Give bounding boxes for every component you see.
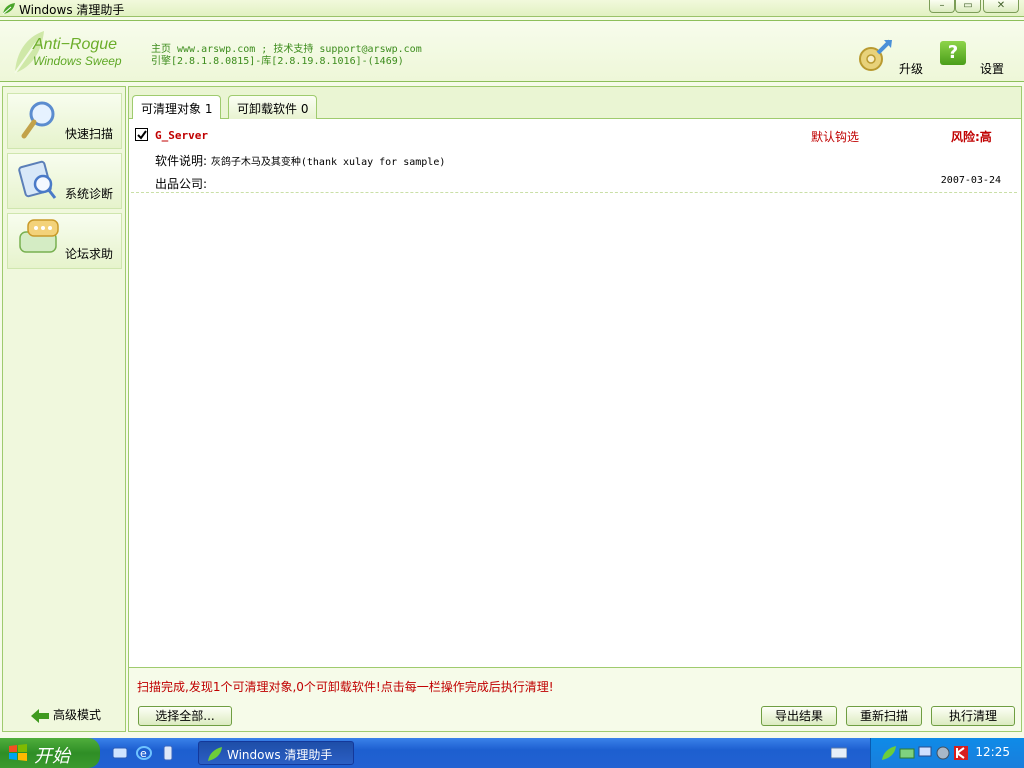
tab-uninstallable-software[interactable]: 可卸载软件 0	[228, 95, 318, 119]
monitor-tray-icon[interactable]	[917, 745, 933, 761]
advanced-mode-link[interactable]: 高级模式	[31, 706, 101, 723]
select-all-button[interactable]: 选择全部...	[138, 706, 232, 726]
company-label: 出品公司:	[155, 177, 208, 191]
diagnosis-icon	[18, 160, 57, 199]
description-label: 软件说明:	[155, 154, 208, 168]
taskbar: 开始 e Windows 清理助手 12:25	[0, 738, 1024, 768]
windows-logo-icon	[9, 744, 27, 761]
logo-subtitle: Windows Sweep	[33, 54, 122, 68]
window-title: Windows 清理助手	[19, 3, 125, 17]
scan-status-message: 扫描完成,发现1个可清理对象,0个可卸载软件!点击每一栏操作完成后执行清理!	[137, 680, 554, 694]
advanced-mode-label: 高级模式	[53, 708, 102, 722]
sidebar-item-forum-help[interactable]: 论坛求助	[7, 213, 122, 269]
app-leaf-icon	[208, 747, 222, 761]
main-panel: 可清理对象 1 可卸载软件 0 G_Server 默认钩选 风险:高 软件说明:…	[128, 86, 1022, 732]
default-check-label: 默认钩选	[811, 130, 860, 144]
title-bar[interactable]: Windows 清理助手 – ▭ ✕	[0, 0, 1024, 17]
taskbar-item-cleaner[interactable]: Windows 清理助手	[198, 741, 354, 765]
sidebar-item-label: 论坛求助	[64, 247, 113, 261]
upgrade-button[interactable]: 升级	[856, 37, 926, 77]
sidebar-item-quick-scan[interactable]: 快速扫描	[7, 93, 122, 149]
settings-label: 设置	[980, 62, 1005, 76]
minimize-button[interactable]: –	[929, 0, 955, 13]
start-button[interactable]: 开始	[0, 738, 100, 768]
checkmark-icon	[137, 130, 147, 140]
internet-explorer-icon[interactable]: e	[136, 745, 152, 761]
app-leaf-icon	[2, 3, 15, 15]
show-desktop-icon[interactable]	[112, 745, 128, 761]
tab-bar: 可清理对象 1 可卸载软件 0	[129, 87, 1021, 120]
svg-text:e: e	[140, 747, 147, 760]
tab-cleanable-objects[interactable]: 可清理对象 1	[132, 95, 222, 120]
item-checkbox[interactable]	[135, 128, 148, 141]
cleaner-tray-icon[interactable]	[881, 745, 897, 761]
item-description: 软件说明: 灰鸽子木马及其变种(thank xulay for sample)	[155, 152, 445, 169]
arrow-left-icon	[31, 708, 49, 723]
volume-tray-icon[interactable]	[935, 745, 951, 761]
clock: 12:25	[975, 745, 1010, 759]
close-button[interactable]: ✕	[983, 0, 1019, 13]
media-player-icon[interactable]	[160, 745, 176, 761]
app-header: Anti−Rogue Windows Sweep 主页 www.arswp.co…	[0, 20, 1024, 82]
execute-cleanup-button[interactable]: 执行清理	[931, 706, 1015, 726]
rescan-button[interactable]: 重新扫描	[846, 706, 922, 726]
system-tray: 12:25	[870, 738, 1024, 768]
sidebar: 快速扫描 系统诊断 论坛求助 高级模式	[2, 86, 126, 732]
sidebar-item-system-diagnosis[interactable]: 系统诊断	[7, 153, 122, 209]
item-name: G_Server	[155, 129, 208, 142]
status-area: 扫描完成,发现1个可清理对象,0个可卸载软件!点击每一栏操作完成后执行清理! 选…	[129, 667, 1021, 731]
network-tray-icon[interactable]	[899, 745, 915, 761]
antivirus-tray-icon[interactable]	[953, 745, 969, 761]
help-question-icon: ?	[940, 41, 966, 65]
list-item[interactable]: G_Server 默认钩选 风险:高 软件说明: 灰鸽子木马及其变种(thank…	[131, 121, 1017, 193]
restore-button[interactable]: ▭	[955, 0, 981, 13]
keyboard-icon[interactable]	[831, 747, 847, 759]
magnifier-icon	[21, 101, 55, 139]
upgrade-label: 升级	[899, 62, 924, 76]
taskbar-item-label: Windows 清理助手	[227, 748, 333, 762]
risk-level: 风险:高	[951, 130, 992, 144]
chat-bubble-icon	[19, 219, 59, 253]
logo-title: Anti−Rogue	[33, 36, 118, 53]
start-label: 开始	[34, 746, 70, 767]
settings-button[interactable]: ? 设置	[938, 37, 1008, 77]
description-value: 灰鸽子木马及其变种(thank xulay for sample)	[210, 157, 446, 168]
item-date: 2007-03-24	[940, 175, 1001, 186]
sidebar-item-label: 系统诊断	[64, 187, 113, 201]
engine-version-info: 引擎[2.8.1.8.0815]-库[2.8.19.8.1016]-(1469)	[151, 56, 404, 67]
export-results-button[interactable]: 导出结果	[761, 706, 837, 726]
result-list: G_Server 默认钩选 风险:高 软件说明: 灰鸽子木马及其变种(thank…	[129, 119, 1021, 667]
upgrade-gear-icon	[859, 39, 892, 71]
sidebar-item-label: 快速扫描	[64, 127, 113, 141]
